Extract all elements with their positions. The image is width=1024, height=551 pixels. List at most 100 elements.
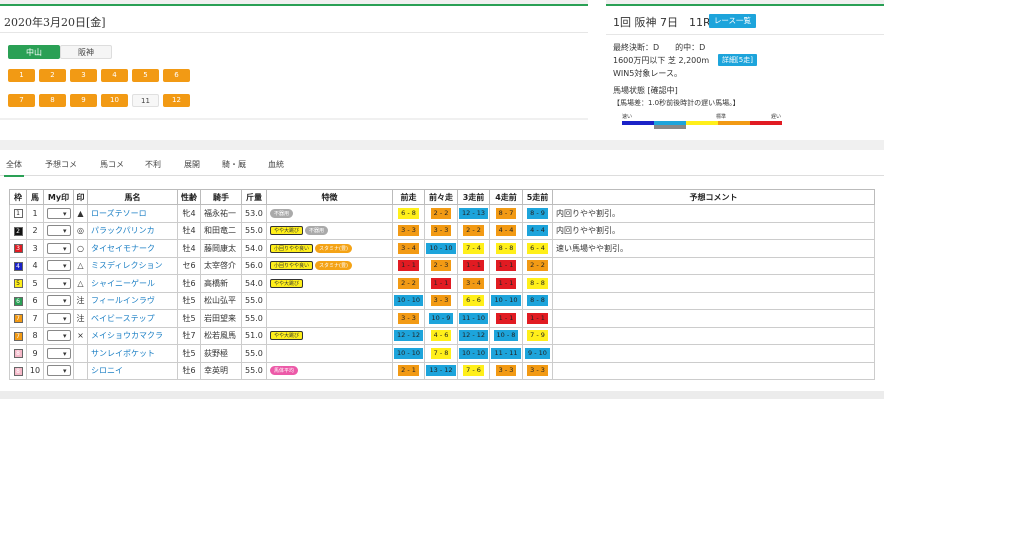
past-race-position[interactable]: 4 - 6: [430, 330, 452, 342]
past-race-position[interactable]: 4 - 4: [495, 225, 517, 237]
table-row: 8 10 ▾ シロニイ 牡6 幸英明 55.0 馬体平均 2 - 1 13 - 12 7 - 6 3 …: [9, 361, 875, 380]
past-race-position[interactable]: 11 - 10: [458, 312, 489, 324]
my-mark-select[interactable]: ▾: [46, 225, 71, 237]
horse-name-link[interactable]: シャイニーゲール: [87, 274, 178, 293]
past-race-position[interactable]: 3 - 3: [430, 225, 452, 237]
past-race-position[interactable]: 7 - 6: [463, 365, 484, 377]
past-race-position[interactable]: 1 - 1: [495, 277, 517, 289]
horse-name-link[interactable]: サンレイポケット: [87, 344, 178, 363]
past-race-position[interactable]: 2 - 2: [463, 225, 484, 237]
past-race-cell: 3 - 3: [424, 221, 458, 240]
race-button-8[interactable]: 8: [39, 94, 66, 107]
past-race-position[interactable]: 2 - 1: [398, 365, 419, 377]
past-race-cell: 1 - 1: [489, 256, 523, 275]
sex-age: セ6: [177, 256, 201, 275]
past-race-position[interactable]: 7 - 4: [463, 242, 484, 254]
past-race-position[interactable]: 10 - 9: [428, 312, 454, 324]
past-race-position[interactable]: 3 - 3: [398, 312, 419, 324]
past-race-position[interactable]: 1 - 1: [398, 260, 419, 272]
past-race-position[interactable]: 8 - 8: [495, 242, 517, 254]
my-mark-select[interactable]: ▾: [46, 312, 71, 324]
past-race-position[interactable]: 8 - 7: [495, 207, 517, 219]
race-button-3[interactable]: 3: [70, 69, 97, 82]
horse-name-link[interactable]: パラックパリンカ: [87, 221, 178, 240]
past-race-position[interactable]: 2 - 2: [398, 277, 419, 289]
race-button-4[interactable]: 4: [101, 69, 128, 82]
race-button-7[interactable]: 7: [8, 94, 35, 107]
past-race-position[interactable]: 3 - 3: [398, 225, 419, 237]
my-mark-select[interactable]: ▾: [46, 295, 71, 307]
past-race-position[interactable]: 9 - 10: [525, 347, 550, 359]
past-race-position[interactable]: 10 - 10: [426, 242, 456, 254]
race-button-6[interactable]: 6: [163, 69, 190, 82]
gate-cell: 8: [9, 361, 27, 380]
past-race-position[interactable]: 1 - 1: [495, 260, 517, 272]
horse-name-link[interactable]: ローズテソーロ: [87, 204, 178, 223]
my-mark-select[interactable]: ▾: [46, 277, 71, 289]
race-button-9[interactable]: 9: [70, 94, 97, 107]
past-race-position[interactable]: 3 - 3: [430, 295, 452, 307]
my-mark-select[interactable]: ▾: [46, 207, 71, 219]
tab-6[interactable]: 血統: [268, 159, 284, 170]
past-race-position[interactable]: 12 - 13: [458, 207, 489, 219]
past-race-position[interactable]: 1 - 1: [463, 260, 484, 272]
tab-2[interactable]: 馬コメ: [100, 159, 124, 170]
past-race-position[interactable]: 12 - 12: [458, 330, 489, 342]
my-mark-select[interactable]: ▾: [46, 330, 71, 342]
horse-name-link[interactable]: メイショウカマクラ: [87, 326, 178, 345]
past-race-position[interactable]: 2 - 2: [527, 260, 548, 272]
tab-5[interactable]: 騎・厩: [222, 159, 246, 170]
past-race-position[interactable]: 1 - 1: [495, 312, 517, 324]
race-button-5[interactable]: 5: [132, 69, 159, 82]
race-list-button[interactable]: レース一覧: [709, 14, 756, 28]
past-race-position[interactable]: 7 - 8: [430, 347, 452, 359]
tab-3[interactable]: 不利: [145, 159, 161, 170]
race-button-1[interactable]: 1: [8, 69, 35, 82]
venue-tab-hanshin[interactable]: 阪神: [60, 45, 112, 59]
past-race-position[interactable]: 10 - 10: [458, 347, 489, 359]
horse-name-link[interactable]: タイセイモナーク: [87, 239, 178, 258]
race-button-12[interactable]: 12: [163, 94, 190, 107]
race-button-11[interactable]: 11: [132, 94, 159, 107]
past-race-position[interactable]: 3 - 3: [527, 365, 548, 377]
past-race-position[interactable]: 2 - 3: [430, 260, 452, 272]
horse-name-link[interactable]: ミスディレクション: [87, 256, 178, 275]
past-race-position[interactable]: 10 - 10: [393, 347, 424, 359]
venue-tab-nakayama[interactable]: 中山: [8, 45, 60, 59]
entries-table: 枠馬 My印印馬名 性齢 騎手 斤量 特徴 前走 前々走 3走前 4走前 5走前 予想コメント 1 1 ▾…: [9, 189, 875, 380]
tab-0[interactable]: 全体: [4, 159, 24, 177]
horse-name-link[interactable]: フィールインラヴ: [87, 291, 178, 310]
past-race-position[interactable]: 4 - 4: [527, 225, 548, 237]
past-race-position[interactable]: 13 - 12: [426, 365, 456, 377]
tab-1[interactable]: 予想コメ: [45, 159, 77, 170]
tab-4[interactable]: 展開: [184, 159, 200, 170]
past-race-position[interactable]: 12 - 12: [393, 330, 424, 342]
past-race-position[interactable]: 3 - 4: [398, 242, 419, 254]
past-race-position[interactable]: 6 - 6: [463, 295, 484, 307]
past-race-position[interactable]: 8 - 8: [527, 277, 548, 289]
race-button-10[interactable]: 10: [101, 94, 128, 107]
past-race-position[interactable]: 6 - 8: [398, 207, 419, 219]
past-race-cell: 3 - 3: [489, 361, 523, 380]
race-button-2[interactable]: 2: [39, 69, 66, 82]
past-race-position[interactable]: 7 - 9: [527, 330, 548, 342]
past-race-position[interactable]: 8 - 8: [527, 295, 548, 307]
my-mark-select[interactable]: ▾: [46, 365, 71, 377]
past-race-position[interactable]: 1 - 1: [527, 312, 548, 324]
past-race-position[interactable]: 6 - 4: [527, 242, 548, 254]
past-race-position[interactable]: 3 - 3: [495, 365, 517, 377]
past-race-position[interactable]: 10 - 10: [393, 295, 424, 307]
past-race-position[interactable]: 11 - 11: [491, 347, 521, 359]
past-race-position[interactable]: 2 - 2: [430, 207, 452, 219]
horse-name-link[interactable]: シロニイ: [87, 361, 178, 380]
my-mark-select[interactable]: ▾: [46, 242, 71, 254]
my-mark-select[interactable]: ▾: [46, 260, 71, 272]
past-race-position[interactable]: 8 - 9: [527, 207, 548, 219]
past-race-position[interactable]: 10 - 10: [491, 295, 521, 307]
horse-name-link[interactable]: ベイビーステップ: [87, 309, 178, 328]
detail-button[interactable]: 詳細[5走]: [718, 54, 757, 66]
past-race-position[interactable]: 10 - 8: [493, 330, 519, 342]
past-race-position[interactable]: 3 - 4: [463, 277, 484, 289]
past-race-position[interactable]: 1 - 1: [430, 277, 452, 289]
my-mark-select[interactable]: ▾: [46, 347, 71, 359]
